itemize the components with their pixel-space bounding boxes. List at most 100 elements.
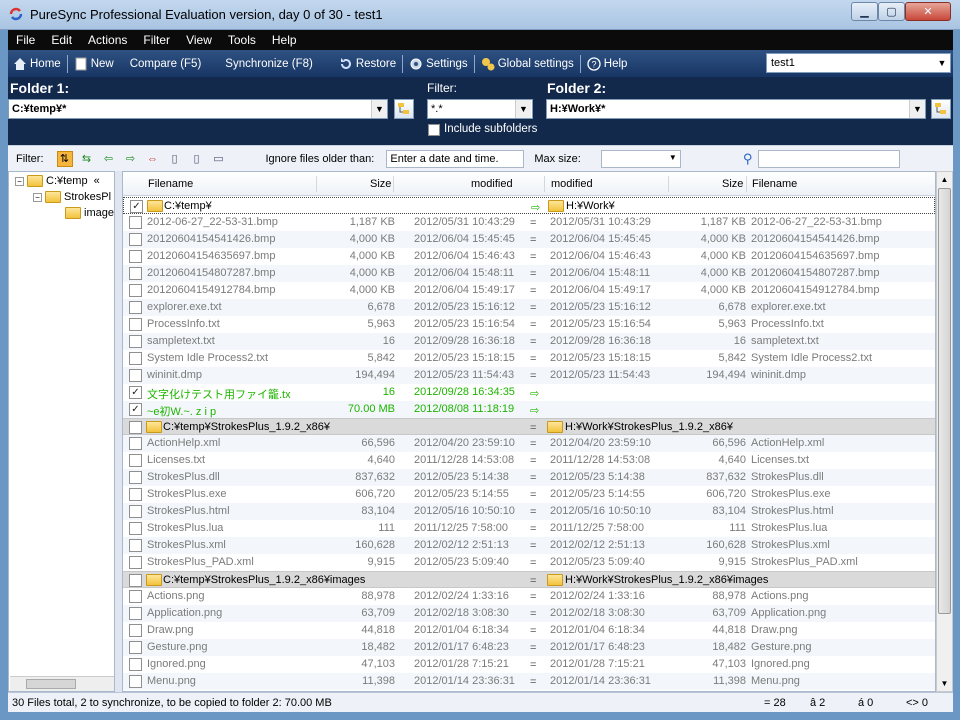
- file-row[interactable]: ✓ 文字化けテスト用ファイ籠.tx 16 2012/09/28 16:34:35 ⇨: [123, 384, 935, 401]
- menu-help[interactable]: Help: [264, 33, 305, 47]
- minimize-button[interactable]: ▁: [851, 2, 878, 21]
- scrollbar-thumb[interactable]: [26, 679, 76, 689]
- file-row[interactable]: 20120604154635697.bmp 4,000 KB 2012/06/04 …: [123, 248, 935, 265]
- row-checkbox[interactable]: [129, 624, 142, 637]
- row-checkbox[interactable]: [129, 369, 142, 382]
- folder-row[interactable]: C:¥temp¥StrokesPlus_1.9.2_x86¥ = H:¥Work¥S…: [123, 418, 935, 435]
- global-settings-button[interactable]: Global settings: [476, 57, 579, 71]
- scroll-down-icon[interactable]: ▼: [937, 676, 952, 691]
- row-checkbox[interactable]: [129, 488, 142, 501]
- row-checkbox[interactable]: [129, 233, 142, 246]
- row-checkbox[interactable]: [129, 318, 142, 331]
- file-row[interactable]: StrokesPlus.dll 837,632 2012/05/23 5:14:38…: [123, 469, 935, 486]
- scroll-up-icon[interactable]: ▲: [937, 172, 952, 187]
- collapse-panel-icon[interactable]: «: [94, 175, 100, 187]
- row-checkbox[interactable]: [129, 421, 142, 434]
- row-checkbox-checked[interactable]: ✓: [129, 386, 142, 399]
- row-checkbox[interactable]: [129, 607, 142, 620]
- menu-file[interactable]: File: [8, 33, 43, 47]
- column-divider[interactable]: [668, 176, 669, 192]
- row-checkbox[interactable]: [129, 556, 142, 569]
- maximize-button[interactable]: ▢: [878, 2, 905, 21]
- file-row[interactable]: Actions.png 88,978 2012/02/24 1:33:16 = 2012…: [123, 588, 935, 605]
- col-modified1[interactable]: modified: [471, 178, 513, 190]
- show-all-filter-icon[interactable]: ⇅: [56, 150, 73, 167]
- row-checkbox[interactable]: [129, 454, 142, 467]
- row-checkbox[interactable]: [129, 301, 142, 314]
- synchronize-button[interactable]: Synchronize (F8): [220, 58, 318, 70]
- file-row[interactable]: Application.png 63,709 2012/02/18 3:08:30 =…: [123, 605, 935, 622]
- right-arrow-filter-icon[interactable]: ⇨: [123, 151, 139, 167]
- home-button[interactable]: Home: [8, 57, 66, 71]
- folder-row[interactable]: C:¥temp¥StrokesPlus_1.9.2_x86¥images = H:¥…: [123, 571, 935, 588]
- file-row[interactable]: StrokesPlus.xml 160,628 2012/02/12 2:51:13…: [123, 537, 935, 554]
- tree-node-root[interactable]: − C:¥temp «: [15, 175, 100, 187]
- file-row[interactable]: 20120604154912784.bmp 4,000 KB 2012/06/04 …: [123, 282, 935, 299]
- file-row[interactable]: Gesture.png 18,482 2012/01/17 6:48:23 = 2012…: [123, 639, 935, 656]
- column-divider[interactable]: [746, 176, 747, 192]
- row-checkbox[interactable]: [129, 284, 142, 297]
- row-checkbox-checked[interactable]: ✓: [130, 200, 143, 213]
- column-divider[interactable]: [544, 176, 545, 192]
- collapse-icon[interactable]: −: [33, 192, 42, 202]
- compare-button[interactable]: Compare (F5): [125, 58, 207, 70]
- folder1-input[interactable]: C:¥temp¥*: [8, 99, 388, 119]
- row-checkbox[interactable]: [129, 675, 142, 688]
- right-only-filter-icon[interactable]: ▯: [189, 151, 205, 167]
- column-divider[interactable]: [393, 176, 394, 192]
- conflict-filter-icon[interactable]: ⇔: [145, 151, 161, 167]
- file-row[interactable]: ActionHelp.xml 66,596 2012/04/20 23:59:10 =…: [123, 435, 935, 452]
- browse-folder2-button[interactable]: [931, 99, 951, 119]
- col-filename1[interactable]: Filename: [148, 178, 193, 190]
- menu-edit[interactable]: Edit: [43, 33, 80, 47]
- close-button[interactable]: ✕: [905, 2, 951, 21]
- file-row[interactable]: StrokesPlus.html 83,104 2012/05/16 10:50:1…: [123, 503, 935, 520]
- row-checkbox[interactable]: [129, 471, 142, 484]
- col-modified2[interactable]: modified: [551, 178, 593, 190]
- file-row[interactable]: Draw.png 44,818 2012/01/04 6:18:34 = 2012/01…: [123, 622, 935, 639]
- file-row[interactable]: 20120604154541426.bmp 4,000 KB 2012/06/04 …: [123, 231, 935, 248]
- profile-select[interactable]: test1: [766, 53, 951, 73]
- file-row[interactable]: explorer.exe.txt 6,678 2012/05/23 15:16:12…: [123, 299, 935, 316]
- panel-splitter[interactable]: [115, 171, 122, 692]
- folder2-input[interactable]: H:¥Work¥*: [546, 99, 926, 119]
- menu-actions[interactable]: Actions: [80, 33, 135, 47]
- col-size2[interactable]: Size: [722, 178, 743, 190]
- col-filename2[interactable]: Filename: [752, 178, 797, 190]
- col-size1[interactable]: Size: [370, 178, 391, 190]
- include-subfolders-checkbox[interactable]: [428, 124, 440, 136]
- row-checkbox[interactable]: [129, 574, 142, 587]
- file-row[interactable]: StrokesPlus.lua 111 2011/12/25 7:58:00 = 201…: [123, 520, 935, 537]
- chevron-down-icon[interactable]: ▼: [515, 100, 531, 118]
- menu-tools[interactable]: Tools: [220, 33, 264, 47]
- row-checkbox[interactable]: [129, 437, 142, 450]
- max-size-select[interactable]: ▼: [600, 149, 681, 168]
- row-checkbox[interactable]: [129, 641, 142, 654]
- file-row[interactable]: sampletext.txt 16 2012/09/28 16:36:18 = 2012…: [123, 333, 935, 350]
- row-checkbox-checked[interactable]: ✓: [129, 403, 142, 416]
- row-checkbox[interactable]: [129, 267, 142, 280]
- file-row[interactable]: System Idle Process2.txt 5,842 2012/05/23 …: [123, 350, 935, 367]
- row-checkbox[interactable]: [129, 335, 142, 348]
- menu-view[interactable]: View: [178, 33, 220, 47]
- chevron-down-icon[interactable]: ▼: [909, 100, 925, 118]
- file-row[interactable]: 2012-06-27_22-53-31.bmp 1,187 KB 2012/05/3…: [123, 214, 935, 231]
- row-checkbox[interactable]: [129, 522, 142, 535]
- scrollbar-thumb[interactable]: [938, 188, 951, 614]
- menu-filter[interactable]: Filter: [135, 33, 178, 47]
- row-checkbox[interactable]: [129, 216, 142, 229]
- browse-folder1-button[interactable]: [394, 99, 414, 119]
- row-checkbox[interactable]: [129, 590, 142, 603]
- file-row[interactable]: ✓ ~e初W.~. z i p 70.00 MB 2012/08/08 11:18:1…: [123, 401, 935, 418]
- file-row[interactable]: Licenses.txt 4,640 2011/12/28 14:53:08 = 201…: [123, 452, 935, 469]
- left-only-filter-icon[interactable]: ▯: [167, 151, 183, 167]
- row-checkbox[interactable]: [129, 352, 142, 365]
- file-row[interactable]: 20120604154807287.bmp 4,000 KB 2012/06/04 …: [123, 265, 935, 282]
- tree-horizontal-scrollbar[interactable]: [10, 676, 114, 691]
- chevron-down-icon[interactable]: ▼: [935, 55, 949, 71]
- column-divider[interactable]: [316, 176, 317, 192]
- date-input[interactable]: Enter a date and time.: [386, 149, 525, 168]
- folder-row[interactable]: ✓ C:¥temp¥ ⇨ H:¥Work¥: [123, 197, 935, 214]
- new-button[interactable]: New: [69, 57, 119, 71]
- row-checkbox[interactable]: [129, 539, 142, 552]
